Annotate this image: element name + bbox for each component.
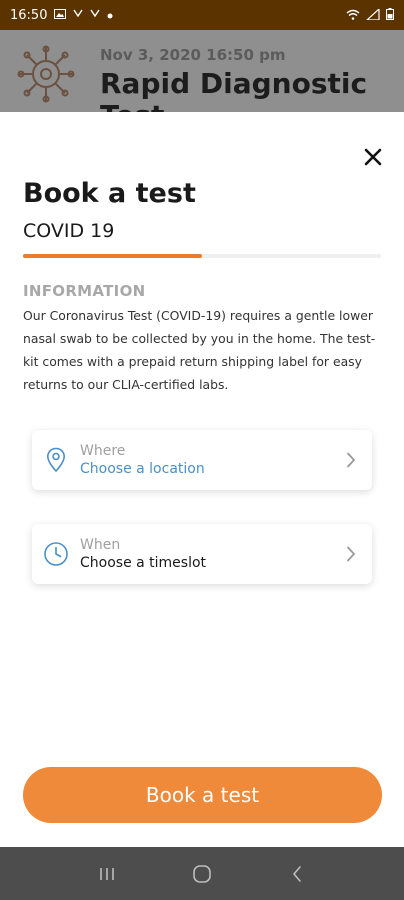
missed-call-icon — [73, 9, 84, 21]
location-pin-icon — [36, 447, 76, 473]
back-button[interactable] — [277, 854, 317, 894]
gallery-notification-icon — [54, 9, 67, 21]
book-test-sheet: Book a test COVID 19 INFORMATION Our Cor… — [0, 112, 404, 847]
step-progress-fill — [23, 254, 202, 258]
when-label: When — [80, 536, 121, 553]
wifi-icon — [346, 9, 360, 22]
battery-icon — [386, 8, 394, 22]
status-time: 16:50 — [10, 7, 48, 23]
background-page: Nov 3, 2020 16:50 pm Rapid Diagnostic Te… — [0, 30, 404, 112]
recent-apps-icon — [100, 867, 115, 880]
navigation-bar — [0, 847, 404, 900]
missed-call-icon-2 — [90, 9, 101, 21]
chevron-right-icon — [336, 546, 366, 562]
background-title: Rapid Diagnostic Test — [100, 67, 368, 113]
information-text: Our Coronavirus Test (COVID-19) requires… — [23, 308, 376, 392]
signal-icon — [365, 7, 380, 22]
background-date: Nov 3, 2020 16:50 pm — [100, 46, 286, 64]
book-test-button[interactable]: Book a test — [23, 767, 382, 823]
sheet-title: Book a test — [23, 178, 196, 209]
status-left: 16:50 — [10, 8, 113, 23]
test-type-subtitle: COVID 19 — [23, 220, 115, 242]
chevron-right-icon — [336, 452, 366, 468]
status-bar: 16:50 — [0, 0, 404, 30]
virus-logo-icon — [16, 44, 76, 104]
notification-dot-icon — [107, 10, 113, 21]
information-heading: INFORMATION — [23, 282, 146, 300]
where-picker[interactable]: Where Choose a location — [32, 430, 372, 490]
when-picker[interactable]: When Choose a timeslot — [32, 524, 372, 584]
close-icon — [364, 148, 382, 166]
where-texts: Where Choose a location — [80, 442, 336, 479]
where-label: Where — [80, 442, 126, 459]
status-right — [346, 7, 394, 22]
when-texts: When Choose a timeslot — [80, 536, 336, 573]
home-icon — [193, 864, 211, 883]
step-progress-bar — [23, 254, 381, 258]
clock-icon — [36, 541, 76, 567]
where-value: Choose a location — [80, 460, 205, 477]
close-button[interactable] — [358, 142, 388, 172]
back-icon — [292, 865, 301, 882]
home-button[interactable] — [182, 854, 222, 894]
when-value: Choose a timeslot — [80, 554, 207, 571]
recent-apps-button[interactable] — [87, 854, 127, 894]
